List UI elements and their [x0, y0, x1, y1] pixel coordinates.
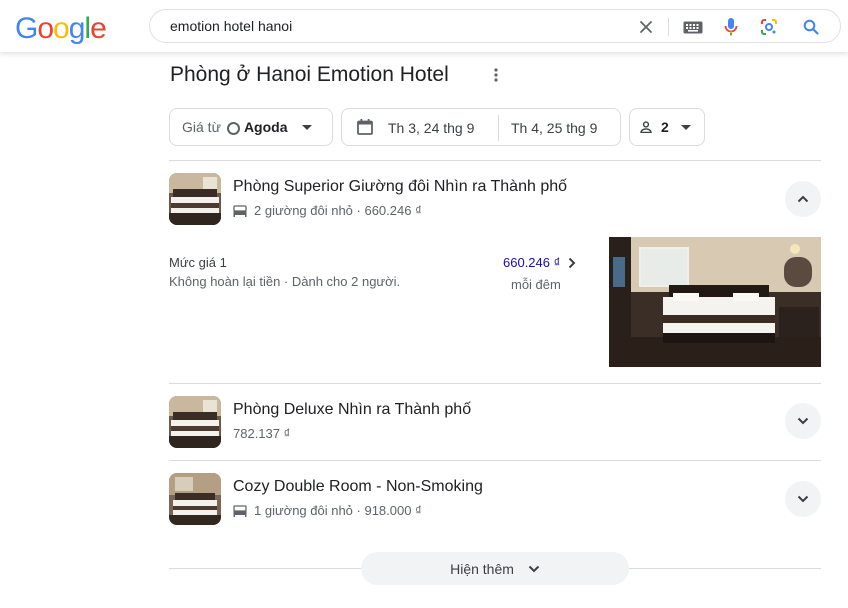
search-header: Google: [0, 0, 848, 52]
bed-icon: [233, 204, 247, 217]
close-icon[interactable]: [636, 17, 656, 37]
room-name[interactable]: Cozy Double Room - Non-Smoking: [233, 478, 483, 496]
price-provider-dropdown[interactable]: Giá từ Agoda: [169, 108, 333, 146]
rate-per-night: mỗi đêm: [511, 277, 561, 292]
guests-dropdown[interactable]: 2: [629, 108, 705, 146]
chevron-right-icon: [569, 257, 576, 268]
price-prefix-label: Giá từ: [182, 119, 221, 135]
room-photo[interactable]: [609, 237, 821, 367]
room-subtitle-text: 1 giường đôi nhỏ · 918.000 ₫: [254, 503, 422, 518]
chevron-down-icon: [797, 417, 809, 425]
room-thumbnail[interactable]: [169, 396, 221, 448]
expand-button[interactable]: [785, 481, 821, 517]
chevron-down-icon: [301, 124, 312, 130]
calendar-icon: [356, 118, 374, 139]
collapse-button[interactable]: [785, 181, 821, 217]
bed-icon: [233, 504, 247, 517]
search-input[interactable]: [170, 18, 610, 34]
search-icon[interactable]: [801, 17, 821, 37]
guests-count: 2: [661, 119, 669, 135]
room-thumbnail[interactable]: [169, 173, 221, 225]
person-icon: [640, 121, 652, 133]
provider-label: Agoda: [243, 119, 288, 135]
room-subtitle: 782.137 ₫: [233, 426, 290, 441]
room-subtitle: 1 giường đôi nhỏ · 918.000 ₫: [233, 503, 422, 518]
microphone-icon[interactable]: [721, 17, 741, 37]
rate-price-link[interactable]: 660.246 ₫: [503, 255, 576, 270]
show-more-button[interactable]: Hiện thêm: [361, 552, 629, 585]
rate-label: Mức giá 1: [169, 255, 227, 270]
room-name[interactable]: Phòng Deluxe Nhìn ra Thành phố: [233, 401, 471, 419]
rate-details: Không hoàn lại tiền · Dành cho 2 người.: [169, 274, 401, 289]
room-name[interactable]: Phòng Superior Giường đôi Nhìn ra Thành …: [233, 178, 567, 196]
expand-button[interactable]: [785, 403, 821, 439]
checkin-date[interactable]: Th 3, 24 thg 9: [388, 120, 474, 136]
room-subtitle: 2 giường đôi nhỏ · 660.246 ₫: [233, 203, 422, 218]
checkout-date[interactable]: Th 4, 25 thg 9: [511, 120, 597, 136]
more-options-icon[interactable]: [488, 66, 504, 84]
room-subtitle-text: 2 giường đôi nhỏ · 660.246 ₫: [254, 203, 422, 218]
room-subtitle-text: 782.137 ₫: [233, 426, 291, 441]
google-logo[interactable]: Google: [15, 12, 107, 46]
divider: [169, 383, 821, 384]
chevron-down-icon: [680, 124, 691, 130]
date-divider: [498, 115, 499, 141]
rate-price: 660.246 ₫: [503, 255, 561, 270]
show-more-label: Hiện thêm: [450, 560, 514, 577]
chevron-down-icon: [528, 565, 540, 572]
chevron-up-icon: [797, 195, 809, 203]
lens-icon[interactable]: [759, 17, 779, 37]
search-box: [149, 9, 841, 43]
chevron-down-icon: [797, 495, 809, 503]
keyboard-icon[interactable]: [682, 17, 704, 37]
page-title: Phòng ở Hanoi Emotion Hotel: [170, 63, 449, 86]
room-thumbnail[interactable]: [169, 473, 221, 525]
date-picker[interactable]: Th 3, 24 thg 9 Th 4, 25 thg 9: [341, 108, 621, 146]
divider: [169, 460, 821, 461]
divider: [169, 160, 821, 161]
search-divider: [668, 18, 669, 36]
agoda-logo-icon: [226, 121, 240, 135]
